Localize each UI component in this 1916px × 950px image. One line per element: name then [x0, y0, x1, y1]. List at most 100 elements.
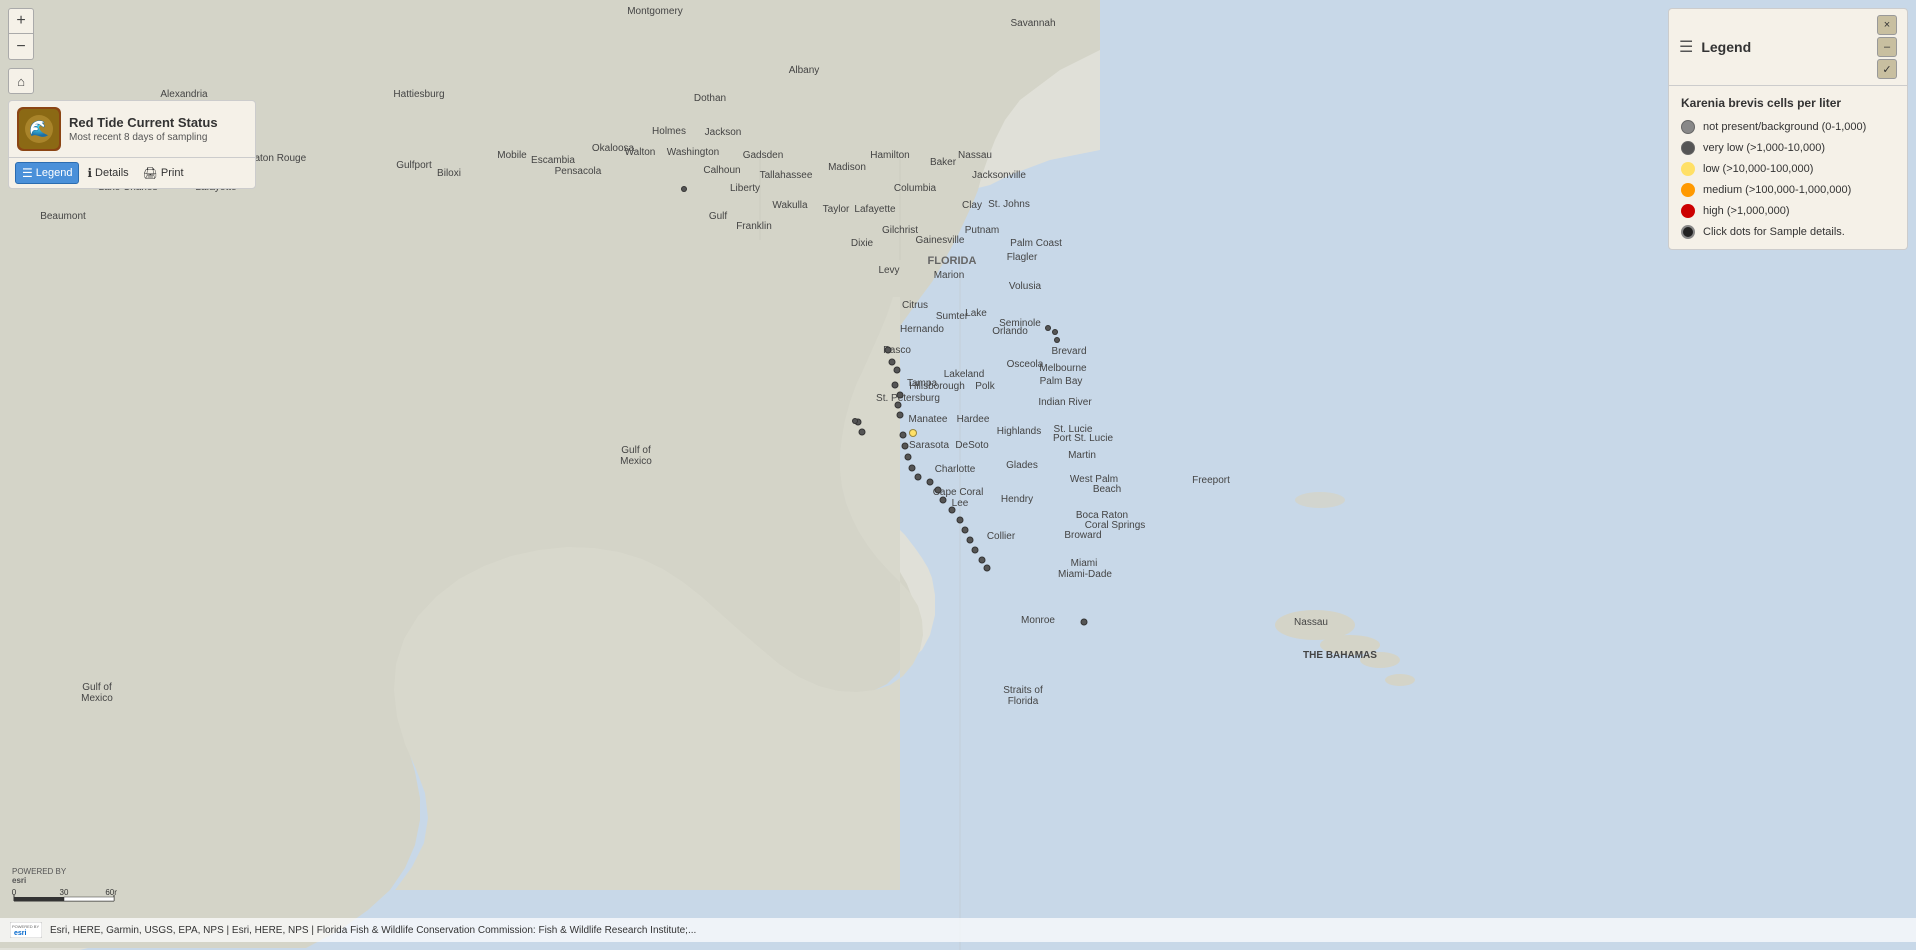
sample-dot[interactable]	[895, 402, 902, 409]
svg-text:POWERED BY: POWERED BY	[12, 924, 39, 929]
legend-body: Karenia brevis cells per liter not prese…	[1669, 86, 1907, 249]
svg-text:Baton Rouge: Baton Rouge	[248, 153, 307, 164]
legend-note: Click dots for Sample details.	[1681, 225, 1895, 239]
svg-text:Charlotte: Charlotte	[935, 464, 976, 475]
svg-text:St. Johns: St. Johns	[988, 199, 1030, 210]
svg-text:Gadsden: Gadsden	[743, 150, 784, 161]
details-button[interactable]: ℹ Details	[81, 163, 134, 183]
map-controls: + −	[8, 8, 34, 60]
sample-dot[interactable]	[935, 487, 942, 494]
sample-dot[interactable]	[949, 507, 956, 514]
legend-item-label: medium (>100,000-1,000,000)	[1703, 184, 1851, 196]
sample-dot[interactable]	[885, 347, 892, 354]
sample-dot[interactable]	[957, 517, 964, 524]
svg-text:Clay: Clay	[962, 200, 982, 211]
sample-dot[interactable]	[909, 429, 917, 437]
svg-text:Palm Bay: Palm Bay	[1040, 376, 1083, 387]
sample-dot[interactable]	[927, 479, 934, 486]
svg-text:Beaumont: Beaumont	[40, 211, 86, 222]
svg-text:Okaloosa: Okaloosa	[592, 143, 635, 154]
svg-text:Holmes: Holmes	[652, 126, 686, 137]
sample-dot[interactable]	[967, 537, 974, 544]
svg-text:Albany: Albany	[789, 65, 820, 76]
legend-item: medium (>100,000-1,000,000)	[1681, 183, 1895, 197]
sample-dot[interactable]	[979, 557, 986, 564]
svg-text:Franklin: Franklin	[736, 221, 772, 232]
sample-dot[interactable]	[859, 429, 866, 436]
legend-icon: ☰	[1679, 37, 1693, 57]
sample-dot[interactable]	[897, 412, 904, 419]
sample-dot[interactable]	[962, 527, 969, 534]
sample-dot[interactable]	[900, 432, 907, 439]
svg-text:Washington: Washington	[667, 147, 719, 158]
svg-text:Indian River: Indian River	[1038, 397, 1092, 408]
svg-text:Port St. Lucie: Port St. Lucie	[1053, 433, 1113, 444]
sample-dot[interactable]	[940, 497, 947, 504]
print-button[interactable]: 🖨 Print	[137, 163, 190, 183]
svg-text:Highlands: Highlands	[997, 426, 1041, 437]
title-text: Red Tide Current Status Most recent 8 da…	[69, 115, 218, 144]
svg-text:Miami: Miami	[1071, 558, 1098, 569]
sample-dot[interactable]	[972, 547, 979, 554]
details-label: Details	[95, 167, 129, 179]
svg-text:Biloxi: Biloxi	[437, 168, 461, 179]
svg-text:30: 30	[60, 888, 69, 897]
svg-text:Hamilton: Hamilton	[870, 150, 909, 161]
app-title: Red Tide Current Status	[69, 115, 218, 131]
svg-text:Nassau: Nassau	[1294, 617, 1328, 628]
svg-text:Gulfport: Gulfport	[396, 160, 432, 171]
app-subtitle: Most recent 8 days of sampling	[69, 132, 218, 143]
legend-note-text: Click dots for Sample details.	[1703, 226, 1845, 238]
svg-text:Manatee: Manatee	[909, 414, 948, 425]
svg-text:Osceola: Osceola	[1007, 359, 1044, 370]
legend-close-button[interactable]: ×	[1877, 15, 1897, 35]
top-left-panel: 🌊 Red Tide Current Status Most recent 8 …	[8, 100, 256, 189]
legend-item: high (>1,000,000)	[1681, 204, 1895, 218]
svg-text:Gilchrist: Gilchrist	[882, 225, 918, 236]
sample-dot[interactable]	[909, 465, 916, 472]
sample-dot[interactable]	[915, 474, 922, 481]
sample-dot[interactable]	[905, 454, 912, 461]
sample-dot[interactable]	[894, 367, 901, 374]
legend-check-button[interactable]: ✓	[1877, 59, 1897, 79]
svg-text:Savannah: Savannah	[1010, 18, 1055, 29]
svg-text:Marion: Marion	[934, 270, 965, 281]
svg-text:Jackson: Jackson	[705, 127, 742, 138]
svg-text:Gulf of: Gulf of	[621, 445, 651, 456]
svg-text:Lake: Lake	[965, 308, 987, 319]
svg-text:Beach: Beach	[1093, 484, 1121, 495]
sample-dot[interactable]	[681, 186, 687, 192]
sample-dot[interactable]	[889, 359, 896, 366]
svg-text:Sarasota: Sarasota	[909, 440, 949, 451]
sample-dot[interactable]	[892, 382, 899, 389]
sample-dot[interactable]	[1081, 619, 1088, 626]
sample-dot[interactable]	[902, 443, 909, 450]
legend-button[interactable]: ☰ Legend	[15, 162, 79, 184]
sample-dot[interactable]	[1054, 337, 1060, 343]
home-button[interactable]: ⌂	[8, 68, 34, 94]
esri-badge: POWERED BYesri	[12, 867, 117, 885]
svg-text:Tampa: Tampa	[907, 378, 937, 389]
sample-dot[interactable]	[1052, 329, 1058, 335]
svg-text:Palm Coast: Palm Coast	[1010, 238, 1062, 249]
sample-dot[interactable]	[984, 565, 991, 572]
legend-collapse-button[interactable]: –	[1877, 37, 1897, 57]
print-label: Print	[161, 167, 184, 179]
svg-text:Taylor: Taylor	[823, 204, 850, 215]
svg-text:Polk: Polk	[975, 381, 995, 392]
sample-dot[interactable]	[852, 418, 858, 424]
svg-text:Lakeland: Lakeland	[944, 369, 985, 380]
zoom-out-button[interactable]: −	[8, 34, 34, 60]
svg-text:Mexico: Mexico	[620, 456, 652, 467]
legend-title: Legend	[1701, 39, 1869, 55]
sample-dot[interactable]	[897, 392, 904, 399]
zoom-in-button[interactable]: +	[8, 8, 34, 34]
legend-item: not present/background (0-1,000)	[1681, 120, 1895, 134]
legend-panel: ☰ Legend × – ✓ Karenia brevis cells per …	[1668, 8, 1908, 250]
map-container[interactable]: Montgomery Savannah Alexandria Hattiesbu…	[0, 0, 1916, 950]
svg-text:Freeport: Freeport	[1192, 475, 1230, 486]
svg-text:Wakulla: Wakulla	[772, 200, 808, 211]
scale-bar: POWERED BYesri 0 30 60mi	[12, 867, 117, 910]
legend-item-label: low (>10,000-100,000)	[1703, 163, 1813, 175]
sample-dot[interactable]	[1045, 325, 1051, 331]
